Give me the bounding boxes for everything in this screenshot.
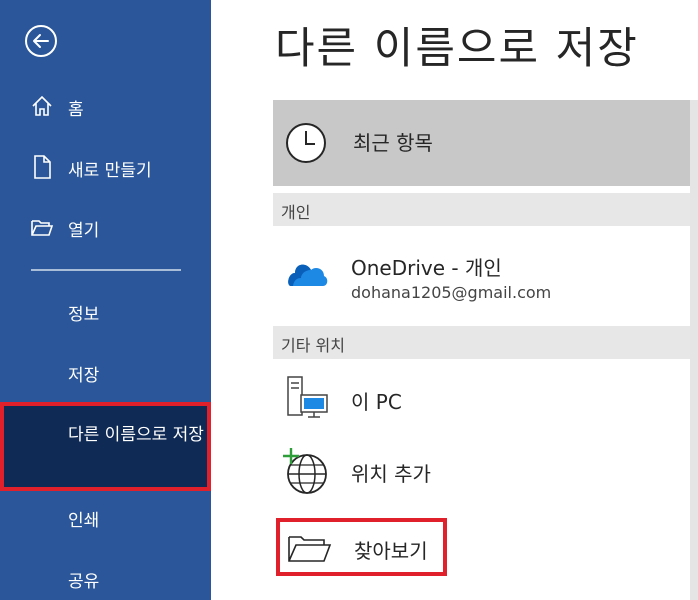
onedrive-account: dohana1205@gmail.com: [351, 283, 552, 302]
sidebar-item-save[interactable]: 저장: [68, 361, 99, 386]
back-button[interactable]: [24, 24, 58, 58]
section-header-personal: 개인: [273, 193, 690, 226]
backstage-sidebar: 홈 새로 만들기 열기 정보 저장 다른 이름으로 저장 인쇄 공유: [0, 0, 211, 600]
sidebar-divider: [31, 269, 181, 271]
add-place-name: 위치 추가: [351, 462, 431, 486]
scrollbar-track[interactable]: [690, 100, 698, 600]
location-this-pc[interactable]: 이 PC: [273, 372, 690, 428]
browse-label: 찾아보기: [354, 539, 428, 563]
onedrive-cloud-icon: [288, 264, 328, 286]
folder-browse-icon: [288, 536, 332, 562]
home-icon: [32, 95, 52, 116]
section-header-other-locations: 기타 위치: [273, 326, 690, 359]
location-onedrive[interactable]: OneDrive - 개인 dohana1205@gmail.com: [273, 236, 690, 316]
sidebar-item-label: 새로 만들기: [68, 161, 152, 181]
sidebar-item-label: 홈: [68, 100, 84, 120]
clock-icon: [286, 123, 326, 163]
recent-label: 최근 항목: [353, 131, 433, 155]
new-document-icon: [34, 155, 51, 179]
onedrive-name: OneDrive - 개인: [351, 256, 502, 280]
sidebar-item-label: 열기: [68, 221, 100, 241]
this-pc-name: 이 PC: [351, 390, 402, 414]
sidebar-item-print[interactable]: 인쇄: [68, 506, 99, 531]
browse-button[interactable]: 찾아보기: [276, 518, 447, 576]
sidebar-item-label: 다른 이름으로 저장: [68, 425, 204, 445]
globe-add-icon: [283, 448, 327, 494]
open-folder-icon: [31, 220, 54, 236]
location-add-place[interactable]: 위치 추가: [273, 446, 690, 502]
page-title: 다른 이름으로 저장: [275, 24, 639, 74]
computer-icon: [287, 376, 328, 418]
sidebar-item-save-as[interactable]: 다른 이름으로 저장: [0, 402, 211, 491]
sidebar-item-share[interactable]: 공유: [68, 567, 99, 592]
sidebar-item-info[interactable]: 정보: [68, 300, 99, 325]
back-arrow-icon: [25, 25, 57, 57]
recent-locations-button[interactable]: 최근 항목: [273, 100, 690, 186]
